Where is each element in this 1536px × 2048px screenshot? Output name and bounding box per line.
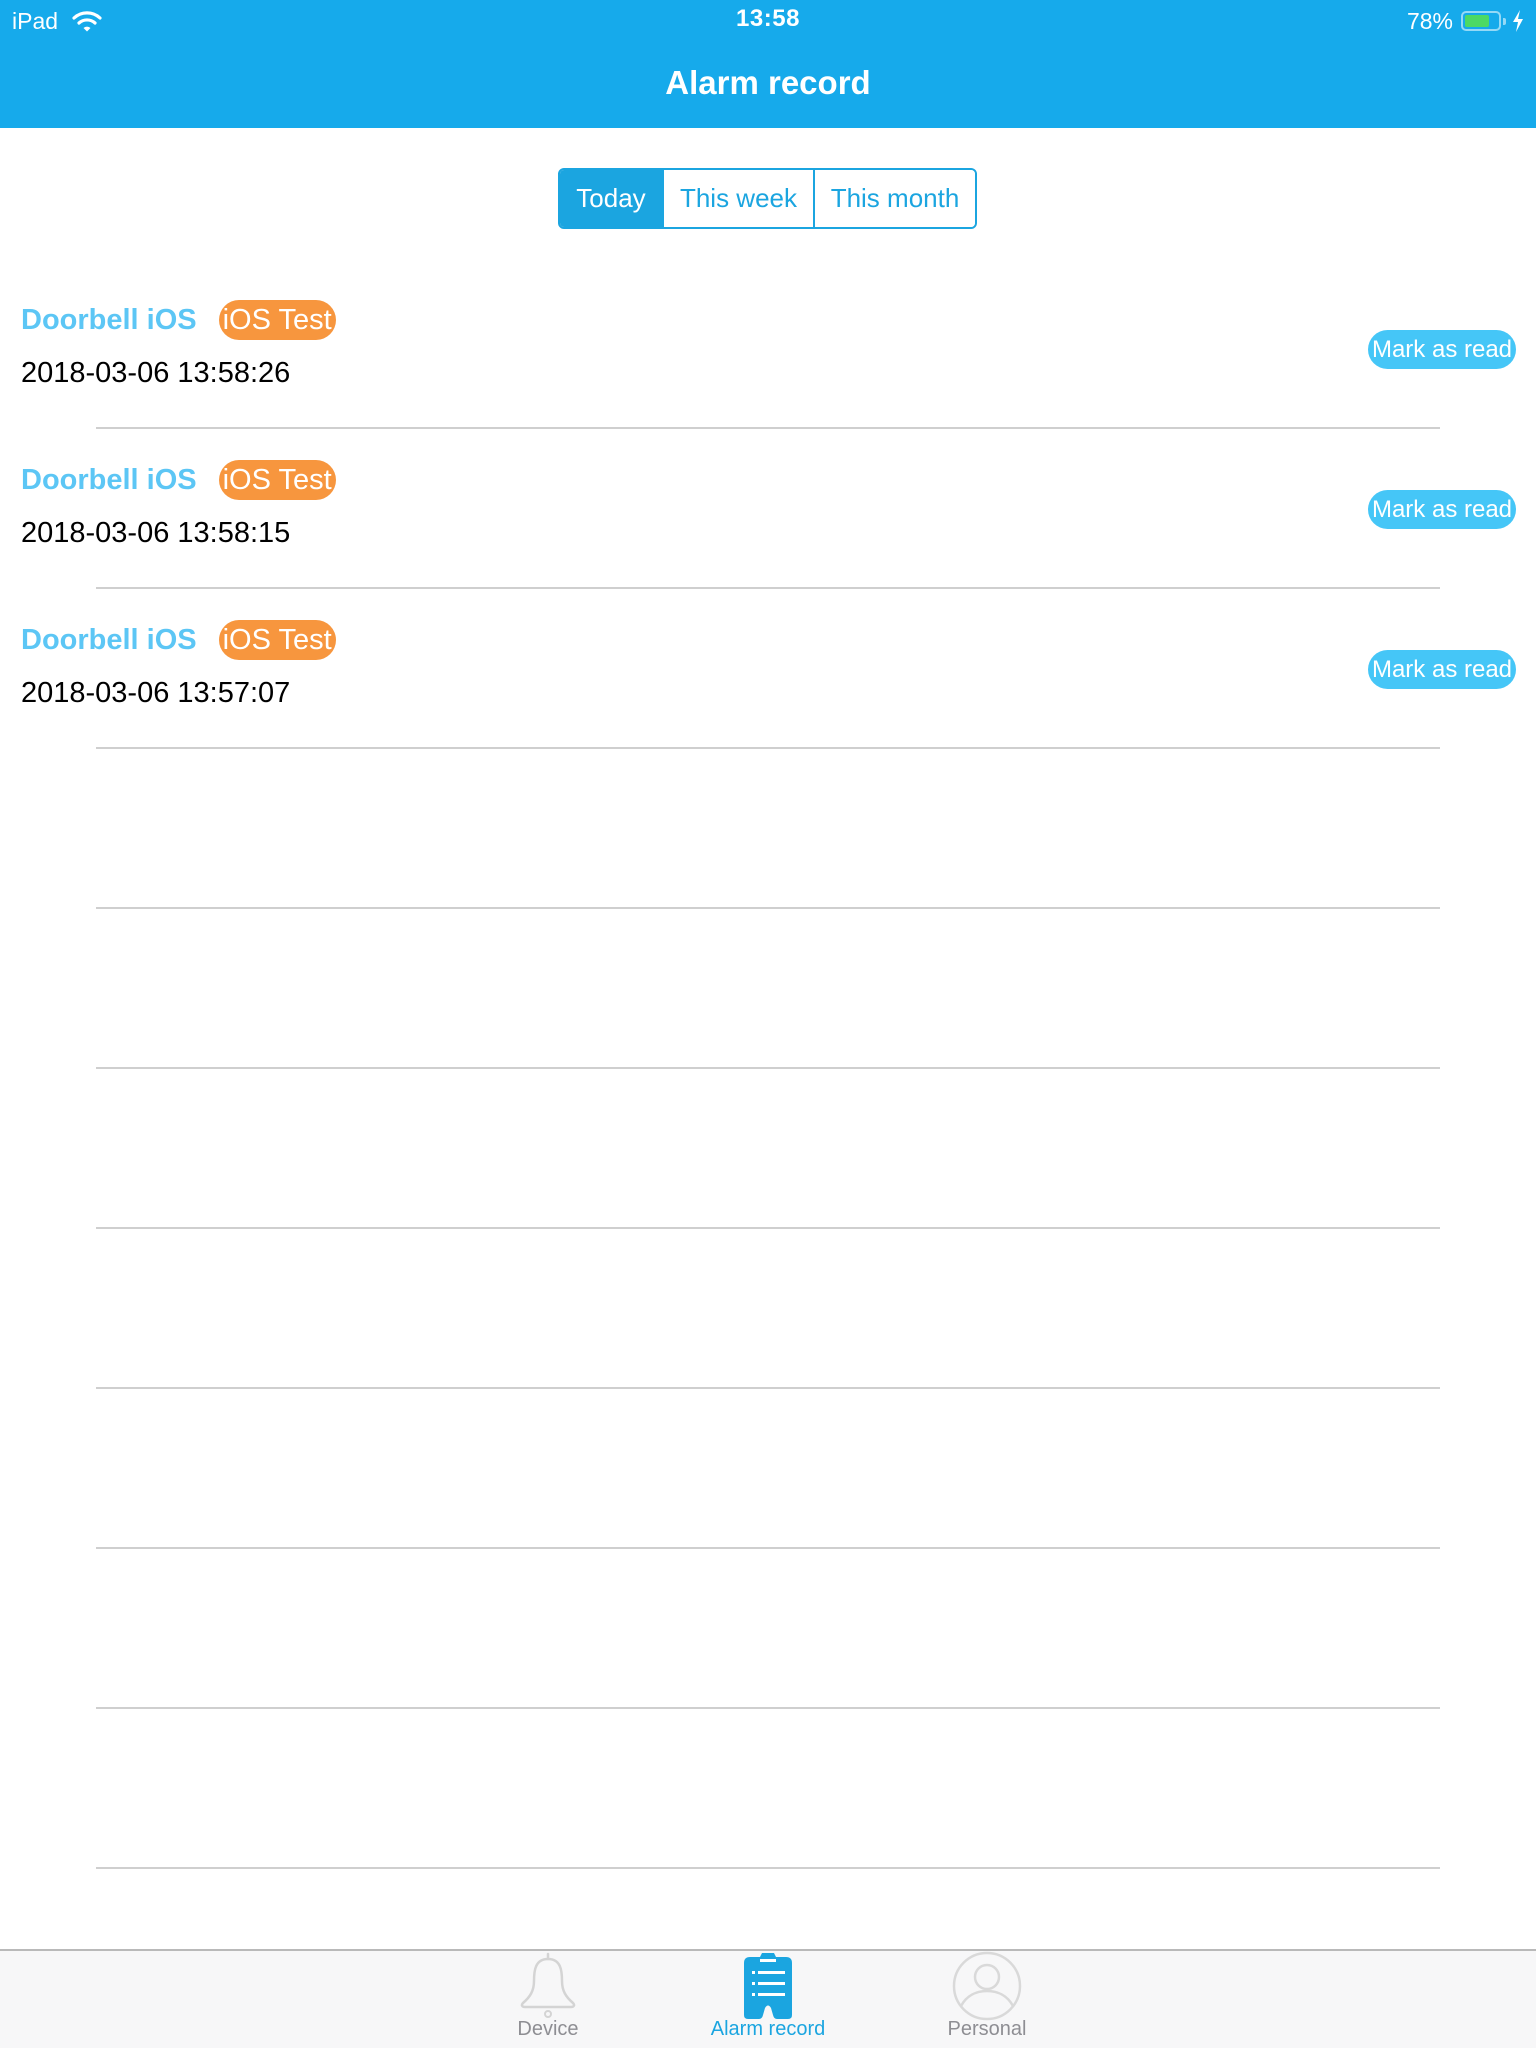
battery-tip: [1503, 17, 1506, 25]
date-range-segmented-control: Today This week This month: [558, 168, 977, 229]
tab-label: Alarm record: [710, 2018, 826, 2040]
mark-as-read-button[interactable]: Mark as read: [1368, 490, 1516, 529]
alarm-record-row[interactable]: Doorbell iOS iOS Test 2018-03-06 13:58:2…: [0, 269, 1536, 429]
device-name: Doorbell iOS: [21, 303, 197, 336]
bell-icon: [520, 1952, 576, 2018]
device-tag-badge: iOS Test: [218, 300, 336, 340]
record-title: Doorbell iOS iOS Test: [21, 620, 336, 660]
status-time: 13:58: [736, 5, 800, 32]
device-name: Doorbell iOS: [21, 463, 197, 496]
tab-label: Device: [517, 2018, 579, 2040]
empty-row: [0, 749, 1536, 909]
segment-today[interactable]: Today: [560, 170, 662, 227]
segment-this-week[interactable]: This week: [662, 170, 813, 227]
battery-level: [1465, 15, 1490, 27]
device-tag-badge: iOS Test: [218, 620, 336, 660]
clipboard-icon: [744, 1953, 792, 2019]
record-title: Doorbell iOS iOS Test: [21, 300, 336, 340]
device-tag-badge: iOS Test: [218, 460, 336, 500]
record-datetime: 2018-03-06 13:57:07: [21, 677, 291, 709]
empty-row: [0, 1069, 1536, 1229]
tab-device[interactable]: Device: [458, 1951, 638, 2048]
tab-alarm-record[interactable]: Alarm record: [678, 1951, 858, 2048]
tab-label: Personal: [947, 2018, 1027, 2040]
bolt-icon: [1513, 10, 1523, 32]
tab-bar: Device Alarm record Personal: [0, 1949, 1536, 2048]
segment-this-month[interactable]: This month: [813, 170, 975, 227]
empty-row: [0, 1389, 1536, 1549]
empty-row: [0, 1549, 1536, 1709]
alarm-record-row[interactable]: Doorbell iOS iOS Test 2018-03-06 13:57:0…: [0, 589, 1536, 749]
tab-personal[interactable]: Personal: [897, 1951, 1077, 2048]
alarm-record-row[interactable]: Doorbell iOS iOS Test 2018-03-06 13:58:1…: [0, 429, 1536, 589]
alarm-record-list: Doorbell iOS iOS Test 2018-03-06 13:58:2…: [0, 269, 1536, 1869]
row-divider: [96, 1867, 1440, 1869]
empty-row: [0, 1709, 1536, 1869]
status-bar-right: 78%: [1407, 6, 1524, 36]
record-datetime: 2018-03-06 13:58:26: [21, 357, 291, 389]
record-datetime: 2018-03-06 13:58:15: [21, 517, 291, 549]
empty-row: [0, 1229, 1536, 1389]
device-name: Doorbell iOS: [21, 623, 197, 656]
person-icon: [952, 1951, 1022, 2021]
mark-as-read-button[interactable]: Mark as read: [1368, 330, 1516, 369]
navigation-bar: iPad 13:58 78% Alarm record: [0, 0, 1536, 128]
empty-row: [0, 909, 1536, 1069]
battery-icon: [1461, 11, 1501, 31]
battery-percent: 78%: [1406, 7, 1453, 34]
record-title: Doorbell iOS iOS Test: [21, 460, 336, 500]
mark-as-read-button[interactable]: Mark as read: [1368, 650, 1516, 689]
page-title: Alarm record: [665, 64, 871, 101]
